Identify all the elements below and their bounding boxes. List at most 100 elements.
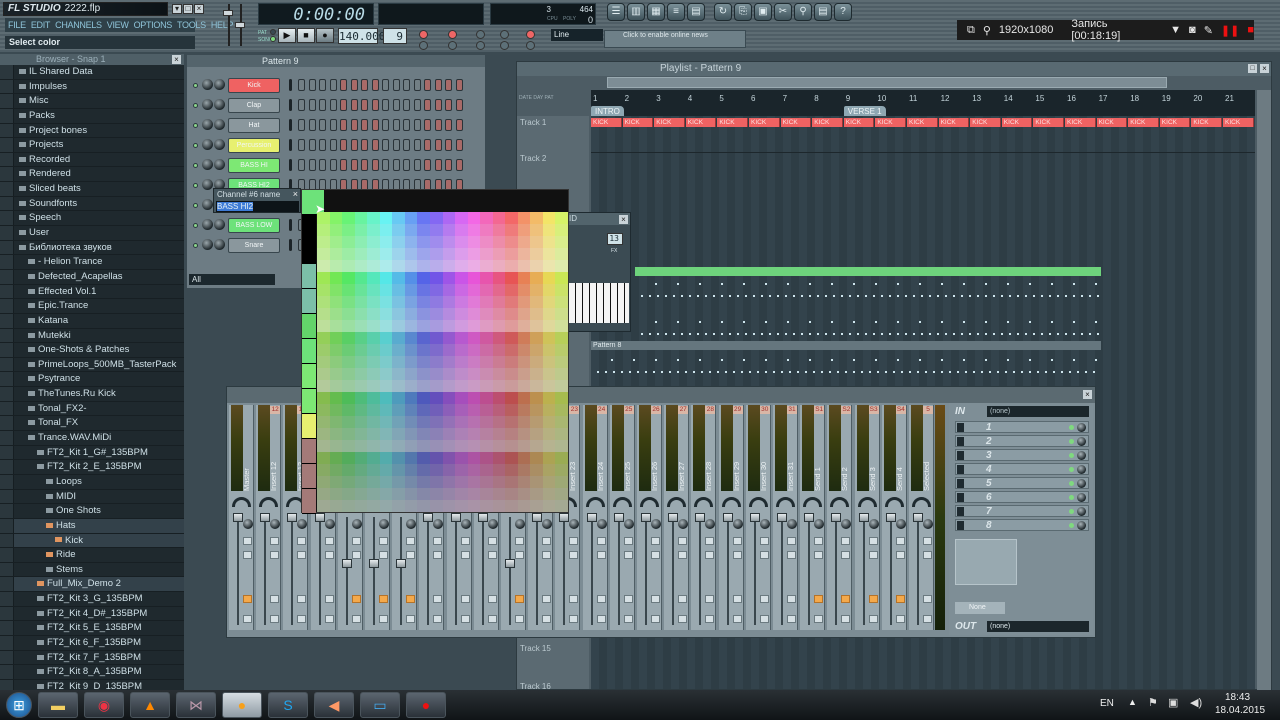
color-swatch[interactable] — [404, 332, 418, 344]
color-swatch[interactable] — [517, 260, 531, 272]
volume-fader[interactable] — [559, 513, 570, 522]
tree-expander[interactable] — [0, 313, 14, 328]
pan-knob[interactable] — [759, 519, 770, 529]
stereo-separation-knob[interactable] — [748, 497, 768, 507]
mixer-strip[interactable]: Send 3 S3 — [854, 405, 880, 630]
color-swatch[interactable] — [442, 428, 456, 440]
step-button[interactable] — [434, 99, 442, 111]
color-swatch[interactable] — [505, 344, 518, 356]
color-swatch[interactable] — [317, 236, 330, 248]
volume-fader[interactable] — [777, 513, 787, 522]
color-swatch[interactable] — [467, 380, 481, 392]
slot-mix-knob[interactable] — [1077, 437, 1086, 446]
color-swatch[interactable] — [442, 464, 456, 476]
color-swatch[interactable] — [530, 284, 543, 296]
color-swatch[interactable] — [517, 332, 531, 344]
slot-led[interactable] — [1069, 495, 1074, 500]
strip-number[interactable]: 26 — [651, 406, 661, 414]
color-swatch[interactable] — [367, 428, 380, 440]
disk-button[interactable] — [623, 615, 633, 623]
color-swatch[interactable] — [367, 368, 380, 380]
color-swatch[interactable] — [404, 500, 418, 512]
color-swatch[interactable] — [342, 248, 355, 260]
color-swatch[interactable] — [455, 308, 468, 320]
route-button[interactable] — [895, 595, 905, 603]
tree-expander[interactable] — [0, 518, 14, 533]
browser-item[interactable]: FT2_Kit 8_A_135BPM — [0, 665, 184, 680]
route-button[interactable] — [841, 595, 851, 603]
color-swatch[interactable] — [404, 320, 418, 332]
color-swatch[interactable] — [480, 392, 493, 404]
pat-mode-radio[interactable] — [270, 29, 276, 35]
color-palette-grid[interactable] — [317, 212, 568, 512]
step-button[interactable] — [319, 79, 326, 91]
volume-fader[interactable] — [913, 513, 923, 522]
color-swatch[interactable] — [404, 296, 418, 308]
color-swatch[interactable] — [455, 272, 468, 284]
color-swatch[interactable] — [505, 356, 518, 368]
color-swatch[interactable] — [555, 428, 568, 440]
color-swatch[interactable] — [379, 464, 393, 476]
kick-clip[interactable]: KICK — [654, 118, 685, 127]
stereo-separation-knob[interactable] — [884, 497, 904, 507]
color-swatch[interactable] — [480, 428, 493, 440]
input-select[interactable]: (none) — [987, 406, 1089, 417]
color-swatch[interactable] — [530, 428, 543, 440]
volume-fader-track[interactable] — [645, 517, 647, 625]
slot-led[interactable] — [1069, 509, 1074, 514]
stereo-button[interactable] — [487, 551, 497, 559]
stereo-button[interactable] — [732, 551, 742, 559]
color-swatch[interactable] — [480, 284, 493, 296]
taskbar-chrome-icon[interactable]: ◉ — [84, 692, 124, 718]
color-swatch[interactable] — [555, 476, 568, 488]
route-button[interactable] — [243, 595, 252, 603]
tree-expander[interactable] — [0, 357, 14, 372]
color-swatch[interactable] — [379, 212, 393, 224]
stop-button[interactable]: ■ — [297, 28, 315, 43]
color-swatch[interactable] — [492, 284, 506, 296]
route-button[interactable] — [814, 595, 824, 603]
volume-fader[interactable] — [396, 559, 407, 568]
color-swatch[interactable] — [417, 368, 430, 380]
volume-fader-track[interactable] — [427, 517, 430, 625]
step-button[interactable] — [382, 159, 389, 171]
color-swatch[interactable] — [329, 368, 343, 380]
strip-number[interactable]: 28 — [705, 406, 716, 414]
color-swatch[interactable] — [367, 356, 380, 368]
disk-button[interactable] — [678, 615, 688, 623]
color-swatch[interactable] — [417, 260, 430, 272]
color-swatch[interactable] — [392, 236, 405, 248]
tree-expander[interactable] — [0, 533, 14, 548]
color-swatch[interactable] — [467, 464, 481, 476]
pan-knob[interactable] — [651, 519, 661, 529]
color-swatch[interactable] — [492, 416, 506, 428]
volume-fader-track[interactable] — [400, 517, 403, 625]
route-button[interactable] — [705, 595, 715, 603]
color-swatch[interactable] — [480, 440, 493, 452]
save-icon[interactable]: ⎘ — [734, 3, 752, 21]
pan-knob[interactable] — [297, 519, 308, 529]
color-swatch[interactable] — [342, 416, 355, 428]
color-swatch[interactable] — [354, 332, 368, 344]
color-swatch[interactable] — [367, 236, 380, 248]
swap-button[interactable] — [406, 537, 416, 545]
color-swatch[interactable] — [354, 224, 368, 236]
swap-button[interactable] — [705, 537, 715, 545]
color-swatch[interactable] — [342, 320, 355, 332]
color-swatch[interactable] — [517, 308, 531, 320]
playlist-maximize-button[interactable]: □ — [1248, 64, 1257, 73]
color-swatch[interactable] — [442, 404, 456, 416]
slot-mix-knob[interactable] — [1077, 423, 1086, 432]
color-swatch[interactable] — [455, 212, 468, 224]
slot-menu-icon[interactable] — [957, 493, 964, 502]
color-swatch[interactable] — [392, 416, 405, 428]
color-swatch[interactable] — [542, 440, 556, 452]
swap-button[interactable] — [324, 537, 334, 545]
recent-color-swatch[interactable] — [302, 414, 316, 438]
color-swatch[interactable] — [367, 380, 380, 392]
channel-name-button[interactable]: Kick — [228, 78, 280, 93]
channel-name-close-icon[interactable]: × — [293, 189, 298, 199]
color-swatch[interactable] — [467, 236, 481, 248]
color-swatch[interactable] — [329, 500, 343, 512]
browser-item[interactable]: Mutekki — [0, 328, 184, 344]
